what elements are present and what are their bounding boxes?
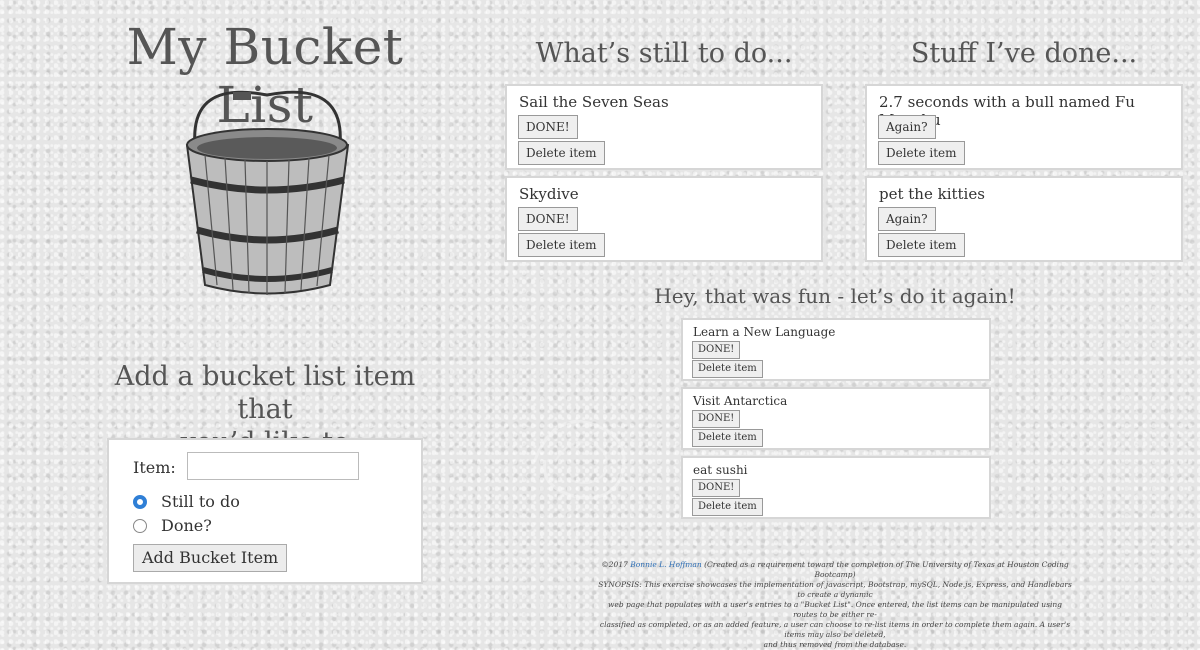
- again-item-name: Visit Antarctica: [693, 394, 788, 408]
- radio-unselected-icon[interactable]: [133, 518, 147, 533]
- again-item-name: Learn a New Language: [693, 325, 836, 339]
- again-button[interactable]: Again?: [878, 115, 936, 139]
- author-link[interactable]: Bonnie L. Hoffman: [630, 560, 701, 569]
- again-item-card: Learn a New Language DONE! Delete item: [681, 318, 991, 381]
- footer-synopsis-1: SYNOPSIS: This exercise showcases the im…: [598, 580, 1072, 599]
- done-item-card: pet the kitties Again? Delete item: [865, 176, 1183, 262]
- item-label: Item:: [133, 458, 176, 477]
- done-button[interactable]: DONE!: [518, 115, 578, 139]
- background-ornament: [533, 420, 626, 500]
- todo-item-name: Sail the Seven Seas: [519, 93, 669, 111]
- again-item-name: eat sushi: [693, 463, 748, 477]
- done-button[interactable]: DONE!: [692, 410, 741, 428]
- delete-item-button[interactable]: Delete item: [518, 141, 605, 165]
- delete-item-button[interactable]: Delete item: [518, 233, 605, 257]
- radio-still-to-do-label: Still to do: [161, 492, 240, 511]
- delete-item-button[interactable]: Delete item: [878, 233, 965, 257]
- again-item-card: eat sushi DONE! Delete item: [681, 456, 991, 519]
- done-button[interactable]: DONE!: [692, 479, 741, 497]
- footer-synopsis-3: classified as completed, or as an added …: [599, 620, 1071, 639]
- radio-still-to-do[interactable]: Still to do: [133, 492, 240, 511]
- delete-item-button[interactable]: Delete item: [692, 498, 763, 516]
- done-button[interactable]: DONE!: [692, 341, 741, 359]
- done-button[interactable]: DONE!: [518, 207, 578, 231]
- add-bucket-item-button[interactable]: Add Bucket Item: [133, 544, 288, 572]
- radio-selected-icon[interactable]: [133, 494, 147, 509]
- done-item-card: 2.7 seconds with a bull named Fu Manchu …: [865, 84, 1183, 170]
- done-item-name: pet the kitties: [879, 185, 985, 203]
- todo-item-card: Skydive DONE! Delete item: [505, 176, 823, 262]
- footer-synopsis-2: web page that populates with a user's en…: [608, 600, 1062, 619]
- todo-heading: What’s still to do...: [535, 38, 793, 69]
- again-item-card: Visit Antarctica DONE! Delete item: [681, 387, 991, 450]
- footer-synopsis-4: and thus removed from the database.: [763, 640, 907, 649]
- add-item-heading-line1: Add a bucket list item that: [114, 361, 416, 425]
- radio-done-label: Done?: [161, 516, 212, 535]
- todo-item-card: Sail the Seven Seas DONE! Delete item: [505, 84, 823, 170]
- radio-done[interactable]: Done?: [133, 516, 212, 535]
- delete-item-button[interactable]: Delete item: [692, 360, 763, 378]
- again-heading: Hey, that was fun - let’s do it again!: [654, 284, 1016, 308]
- delete-item-button[interactable]: Delete item: [878, 141, 965, 165]
- footer: ©2017 Bonnie L. Hoffman (Created as a re…: [595, 560, 1075, 650]
- item-input[interactable]: [187, 452, 359, 480]
- todo-item-name: Skydive: [519, 185, 579, 203]
- bucket-illustration: [185, 90, 350, 295]
- footer-credit: (Created as a requirement toward the com…: [704, 560, 1069, 579]
- add-item-form: Item: Still to do Done? Add Bucket Item: [107, 438, 423, 584]
- done-heading: Stuff I’ve done...: [910, 38, 1138, 69]
- footer-line-1: ©2017 Bonnie L. Hoffman (Created as a re…: [595, 560, 1075, 580]
- again-button[interactable]: Again?: [878, 207, 936, 231]
- delete-item-button[interactable]: Delete item: [692, 429, 763, 447]
- copyright: ©2017: [601, 560, 628, 569]
